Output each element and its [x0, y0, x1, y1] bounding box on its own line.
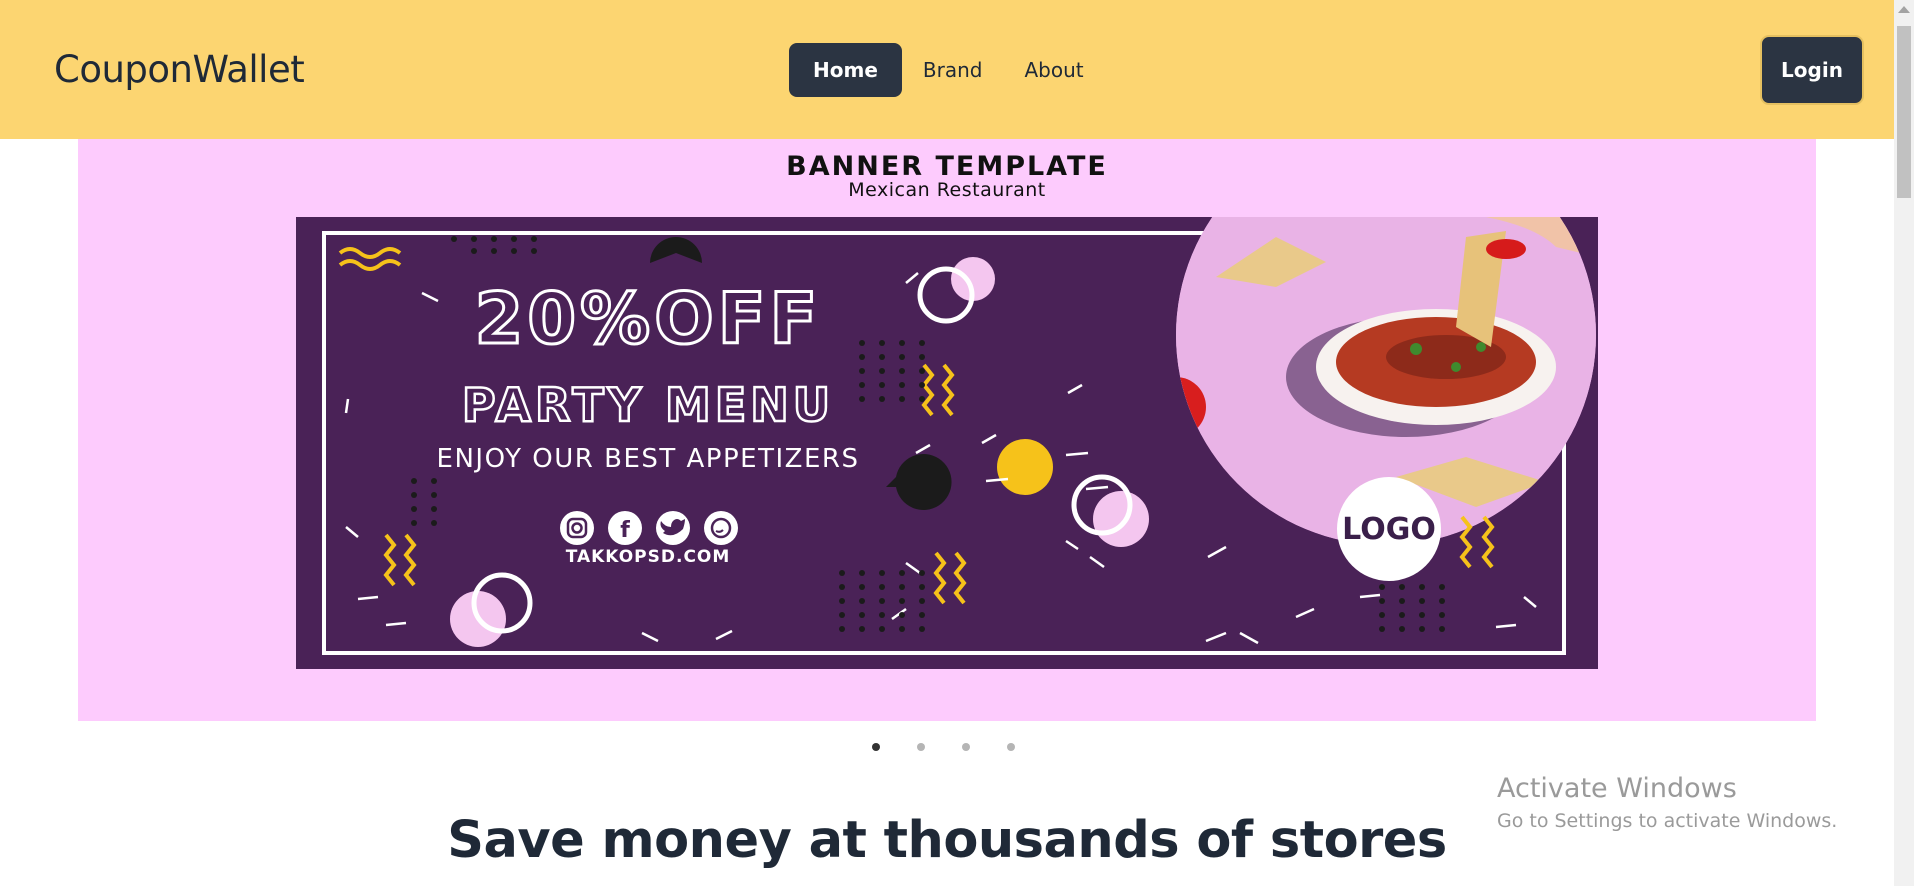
scroll-thumb[interactable] — [1897, 26, 1911, 198]
hero-carousel[interactable]: BANNER TEMPLATE Mexican Restaurant LOGO … — [78, 139, 1816, 721]
banner-menu-text: PARTY MENU — [462, 378, 834, 432]
banner-subtitle: Mexican Restaurant — [848, 179, 1046, 201]
windows-activation-watermark: Activate Windows Go to Settings to activ… — [1497, 773, 1837, 832]
nav-links: Home Brand About — [789, 43, 1105, 97]
carousel-indicator-4[interactable] — [1007, 743, 1015, 751]
nav-link-brand[interactable]: Brand — [902, 43, 1004, 97]
carousel-indicators — [872, 743, 1052, 751]
nav-link-about[interactable]: About — [1003, 43, 1104, 97]
facebook-icon: f — [608, 511, 642, 545]
banner-tagline: ENJOY OUR BEST APPETIZERS — [437, 444, 860, 474]
svg-text:f: f — [620, 518, 630, 543]
page-scrollbar[interactable] — [1894, 0, 1914, 886]
whatsapp-icon — [704, 511, 738, 545]
promo-banner-image[interactable]: LOGO 20%OFF PARTY MENU ENJOY OUR BEST AP… — [296, 217, 1598, 669]
twitter-icon — [656, 511, 690, 545]
carousel-indicator-2[interactable] — [917, 743, 925, 751]
nav-link-home[interactable]: Home — [789, 43, 902, 97]
brand-logo[interactable]: CouponWallet — [54, 48, 305, 91]
instagram-icon — [560, 511, 594, 545]
banner-website: TAKKOPSD.COM — [566, 547, 731, 567]
login-button[interactable]: Login — [1760, 35, 1864, 105]
banner-title: BANNER TEMPLATE — [786, 151, 1108, 182]
banner-discount-text: 20%OFF — [475, 278, 822, 360]
carousel-indicator-3[interactable] — [962, 743, 970, 751]
watermark-title: Activate Windows — [1497, 773, 1737, 804]
carousel-indicator-1[interactable] — [872, 743, 880, 751]
watermark-subtitle: Go to Settings to activate Windows. — [1497, 810, 1838, 832]
navbar: CouponWallet Home Brand About Login — [0, 0, 1894, 139]
scroll-up-arrow-icon[interactable] — [1898, 6, 1910, 13]
logo-badge-text: LOGO — [1342, 512, 1436, 547]
